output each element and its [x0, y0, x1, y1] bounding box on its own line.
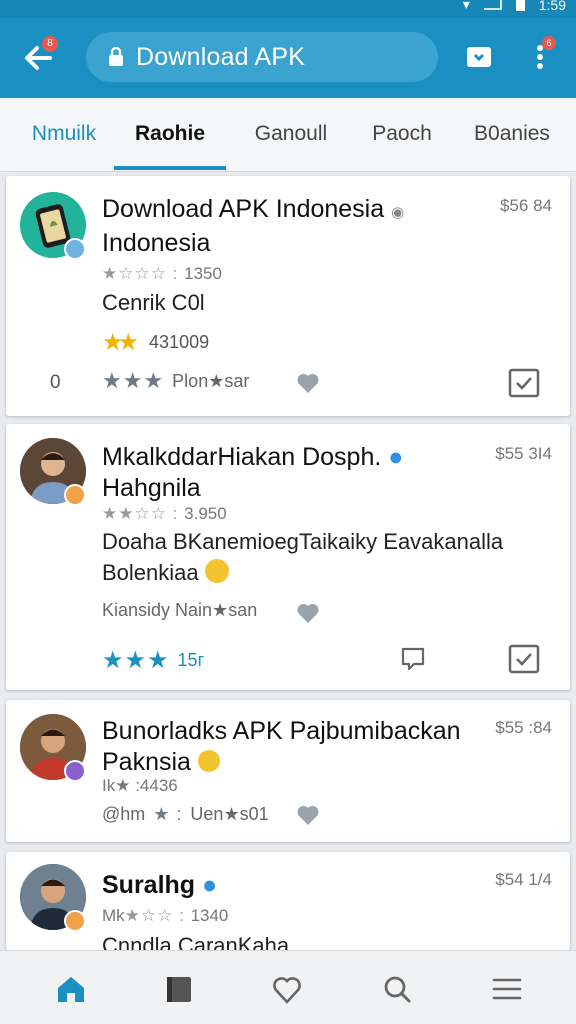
tab-ganoull[interactable]: Ganoull [232, 98, 350, 172]
rating-stars: ★☆☆ : [124, 906, 191, 925]
home-icon[interactable] [54, 973, 88, 1005]
emoji-icon [204, 559, 229, 583]
emoji-icon [197, 750, 220, 772]
meta-row: @hm ★ : Uen★s01 [102, 804, 269, 825]
item-title: Download APK Indonesia ◉ Indonesia [102, 195, 405, 257]
heart-icon[interactable] [296, 602, 320, 624]
rating-row: ★☆☆☆ : 1350 [102, 264, 222, 283]
likes-count: 15г [177, 650, 205, 670]
rating-row: Ik★ :4436 [102, 776, 178, 795]
meta-row: Kiansidy Nain★san [102, 600, 257, 621]
item-price: $54 1/4 [495, 870, 552, 889]
comment-icon[interactable] [400, 646, 426, 672]
bottom-navigation [0, 950, 576, 1024]
tab-paoch[interactable]: Paoch [356, 98, 448, 172]
rating-row: ★★☆☆ : 3.950 [102, 504, 227, 523]
active-tab-indicator [114, 166, 226, 170]
item-description: Doaha BKanemioegTaikaiky Eavakanalla Bol… [102, 529, 504, 585]
item-price: $55 3I4 [495, 444, 552, 463]
likes-row: ★★★ 15г [102, 646, 204, 675]
item-price: $56 84 [500, 196, 552, 215]
category-tabs: Nmuilk Raohie Ganoull Paoch B0anies [0, 98, 576, 172]
tab-nmuilk[interactable]: Nmuilk [14, 98, 114, 172]
rating-row: Mk★☆☆ : 1340 [102, 906, 229, 925]
item-title: MkalkddarHiakan Dosph. ● Hahgnila [102, 443, 404, 502]
meta-label: Plon★sar [172, 370, 250, 391]
app-bar: 8 Download APK 6 [0, 18, 576, 98]
left-value: 0 [50, 372, 61, 393]
item-subtitle: Cenrik C0l [102, 290, 205, 315]
count-row: ★★ 431009 [102, 328, 209, 357]
status-time: 1:59 [538, 0, 566, 13]
wifi-icon: ▾ [462, 0, 470, 12]
list-item[interactable]: Download APK Indonesia ◉ Indonesia $56 8… [6, 176, 570, 416]
address-bar[interactable]: Download APK [86, 32, 438, 82]
status-bar: ▾ 1:59 [0, 0, 576, 18]
item-price: $55 :84 [495, 718, 552, 737]
tab-switcher-icon[interactable] [466, 46, 492, 68]
list-item[interactable]: MkalkddarHiakan Dosph. ● Hahgnila $55 3I… [6, 424, 570, 690]
status-dot [64, 484, 86, 506]
rating-stars: ★☆☆☆ : [102, 264, 185, 283]
count-value: 431009 [149, 332, 210, 352]
meta-row: ★★★ Plon★sar [102, 368, 249, 394]
address-text: Download APK [136, 42, 306, 71]
status-dot [64, 238, 86, 260]
status-dot [64, 760, 86, 782]
lock-icon [109, 47, 123, 66]
heart-outline-icon[interactable] [270, 973, 304, 1005]
list-item[interactable]: Suralhg ● $54 1/4 Mk★☆☆ : 1340 Cnndla Ca… [6, 852, 570, 950]
item-description: Cnndla CaranKaha [102, 933, 290, 950]
tab-raohie[interactable]: Raohie [114, 98, 226, 172]
tab-b0anies[interactable]: B0anies [460, 98, 564, 172]
verified-icon: ◉ [391, 204, 405, 221]
heart-icon[interactable] [296, 804, 320, 826]
checkbox-icon[interactable] [508, 368, 540, 398]
heart-icon[interactable] [296, 372, 320, 394]
status-dot [64, 910, 86, 932]
menu-badge: 6 [542, 36, 556, 50]
notification-badge: 8 [42, 36, 58, 52]
list-item[interactable]: Bunorladks APK Pajbumibackan Paknsia $55… [6, 700, 570, 842]
meta-label: Uen★s01 [190, 804, 269, 824]
checkbox-icon[interactable] [508, 644, 540, 674]
menu-icon[interactable] [490, 973, 524, 1005]
rating-stars: ★★☆☆ : [102, 504, 185, 523]
signal-icon [483, 0, 502, 10]
meta-label: Kiansidy Nain★san [102, 600, 258, 620]
search-icon[interactable] [380, 973, 414, 1005]
verified-icon: ● [202, 871, 218, 899]
meta-prefix: @hm [102, 804, 146, 824]
battery-icon [515, 0, 525, 11]
gold-stars-icon: ★★ [102, 329, 139, 356]
item-title: Bunorladks APK Pajbumibackan Paknsia [102, 717, 461, 776]
verified-icon: ● [388, 443, 404, 471]
status-icons: ▾ 1:59 [463, 0, 566, 13]
book-icon[interactable] [162, 973, 196, 1005]
grey-stars-icon: ★ : [153, 804, 183, 824]
item-title: Suralhg ● [102, 871, 218, 899]
grey-stars-icon: ★★★ [102, 368, 165, 393]
blue-stars-icon: ★★★ [102, 647, 170, 674]
